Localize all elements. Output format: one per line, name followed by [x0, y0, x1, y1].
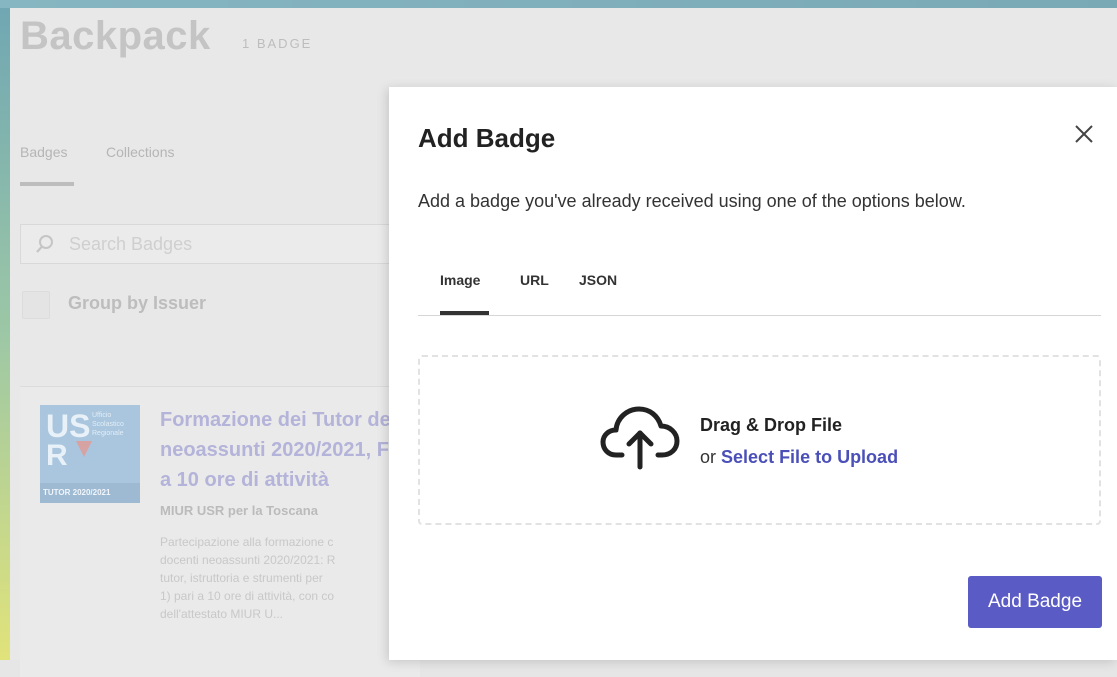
tab-image[interactable]: Image	[440, 272, 480, 288]
close-icon[interactable]	[1071, 121, 1097, 147]
badge-count: 1 BADGE	[242, 36, 313, 51]
badge-logo-text-r: R	[46, 439, 68, 472]
tab-json[interactable]: JSON	[579, 272, 617, 288]
badge-card[interactable]: US R Ufficio Scolastico Regionale TUTOR …	[20, 386, 420, 677]
tab-url[interactable]: URL	[520, 272, 549, 288]
add-badge-dialog: Add Badge Add a badge you've already rec…	[389, 87, 1117, 660]
search-placeholder: Search Badges	[69, 234, 193, 254]
badge-issuer: MIUR USR per la Toscana	[160, 503, 318, 518]
add-badge-button[interactable]: Add Badge	[968, 576, 1102, 628]
group-by-issuer-label: Group by Issuer	[68, 293, 207, 313]
badge-image-bar: TUTOR 2020/2021	[40, 483, 140, 503]
badge-image[interactable]: US R Ufficio Scolastico Regionale TUTOR …	[40, 405, 140, 503]
dropzone-title: Drag & Drop File	[700, 415, 843, 435]
tab-collections[interactable]: Collections	[106, 144, 174, 160]
badge-title[interactable]: Formazione dei Tutor de neoassunti 2020/…	[160, 405, 420, 495]
badge-description: Partecipazione alla formazione c docenti…	[160, 535, 336, 621]
search-input[interactable]: Search Badges	[20, 224, 400, 264]
file-dropzone[interactable]: Drag & Drop File or Select File to Uploa…	[418, 355, 1101, 525]
tab-badges[interactable]: Badges	[20, 144, 67, 160]
select-file-link[interactable]: Select File to Upload	[721, 447, 898, 467]
page-title: Backpack	[20, 14, 211, 58]
badge-image-bar-text: TUTOR 2020/2021	[43, 488, 111, 497]
search-icon	[36, 235, 53, 253]
window-frame-top	[0, 0, 1117, 8]
group-by-issuer-checkbox[interactable]	[22, 291, 50, 319]
dropzone-subtitle: or Select File to Upload	[700, 447, 898, 468]
badge-logo-mark	[76, 441, 92, 457]
badge-logo-text: US	[46, 408, 91, 444]
window-frame-left	[0, 0, 10, 660]
dropzone-or: or	[700, 447, 717, 467]
active-tab-indicator	[20, 182, 74, 186]
cloud-upload-icon	[600, 406, 680, 470]
badge-side-text: Ufficio Scolastico Regionale	[92, 412, 124, 437]
dialog-description: Add a badge you've already received usin…	[418, 191, 966, 211]
tab-divider	[418, 315, 1101, 316]
dialog-title: Add Badge	[418, 123, 556, 153]
